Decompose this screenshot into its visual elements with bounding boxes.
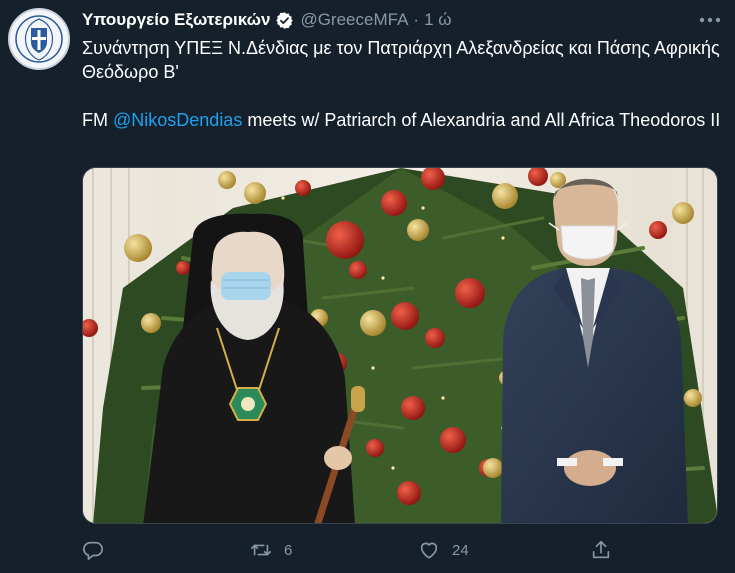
share-icon — [592, 540, 610, 559]
action-bar: 6 24 — [82, 535, 642, 565]
like-count: 24 — [452, 541, 469, 559]
tweet[interactable]: Υπουργείο Εξωτερικών @GreeceMFA · 1 ώ Συ… — [0, 0, 735, 573]
text-suffix: meets w/ Patriarch of Alexandria and All… — [242, 110, 721, 130]
separator: · — [413, 10, 420, 29]
avatar[interactable] — [8, 8, 70, 70]
display-name[interactable]: Υπουργείο Εξωτερικών — [82, 10, 270, 30]
share-button[interactable] — [590, 535, 612, 565]
tweet-photo[interactable] — [82, 167, 718, 524]
retweet-icon — [251, 544, 271, 556]
like-icon — [420, 542, 438, 559]
tweet-text-english: FM @NikosDendias meets w/ Patriarch of A… — [82, 108, 722, 132]
verified-badge-icon — [275, 11, 294, 30]
tweet-text-greek: Συνάντηση ΥΠΕΞ Ν.Δένδιας με τον Πατριάρχ… — [82, 38, 720, 82]
greek-coat-of-arms-icon — [15, 15, 63, 63]
like-button[interactable]: 24 — [418, 535, 469, 565]
reply-icon — [83, 541, 103, 560]
retweet-count: 6 — [284, 541, 293, 559]
text-prefix: FM — [82, 110, 113, 130]
reply-button[interactable] — [82, 535, 116, 565]
retweet-button[interactable]: 6 — [250, 535, 292, 565]
more-options-icon[interactable] — [697, 9, 723, 31]
tweet-header: Υπουργείο Εξωτερικών @GreeceMFA · 1 ώ — [82, 8, 452, 32]
timestamp[interactable]: 1 ώ — [424, 10, 451, 30]
tweet-text: Συνάντηση ΥΠΕΞ Ν.Δένδιας με τον Πατριάρχ… — [82, 36, 722, 132]
handle[interactable]: @GreeceMFA — [300, 10, 408, 30]
mention-link[interactable]: @NikosDendias — [113, 110, 242, 130]
